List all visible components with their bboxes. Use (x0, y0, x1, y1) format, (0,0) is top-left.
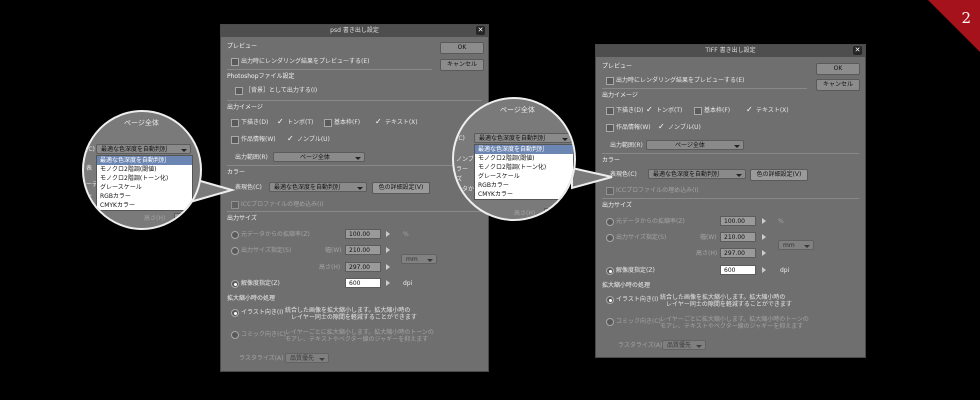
callout-pointer-right (571, 166, 613, 190)
dropdown-option[interactable]: RGBカラー (475, 181, 573, 190)
dropdown-option[interactable]: 最適な色深度を自動判別 (475, 145, 573, 154)
chevron-down-icon (181, 149, 187, 152)
select-value: 最適な色深度を自動判別 (479, 135, 546, 142)
fragment-label: 高さ(H) (514, 210, 536, 217)
dropdown-option[interactable]: RGBカラー (97, 192, 192, 201)
magnifier-tiff: ページ全体 (C) 最適な色深度を自動判別 ノンブ ラー ズ ータか サイ 最適… (452, 97, 576, 221)
fragment-label: ラー (456, 166, 469, 173)
fragment-label: 高さ(H) (144, 215, 166, 222)
expression-color-select-zoom[interactable]: 最適な色深度を自動判別 (96, 144, 191, 154)
magnifier-title: ページ全体 (500, 106, 535, 114)
select-value: 最適な色深度を自動判別 (101, 146, 168, 153)
fragment-value: 297 (174, 213, 200, 223)
fragment-label: ズ (456, 176, 463, 183)
color-dropdown-list: 最適な色深度を自動判別 モノクロ2階調(閾値) モノクロ2階調(トーン化) グレ… (96, 155, 193, 211)
dropdown-option[interactable]: モノクロ2階調(トーン化) (97, 174, 192, 183)
dropdown-option[interactable]: CMYKカラー (475, 190, 573, 199)
fragment-label: ータか (456, 186, 475, 193)
magnifier-psd: ページ全体 (C) 最適な色深度を自動判別 表 ーデ ズ イ 最適な色深度を自動… (82, 110, 202, 230)
fragment-label: (C) (456, 135, 465, 142)
fragment-label: ノンブ (456, 156, 474, 163)
dropdown-option[interactable]: 最適な色深度を自動判別 (97, 156, 192, 165)
fragment-label: イ (86, 207, 93, 214)
fragment-label: (C) (86, 146, 95, 153)
fragment-label: ズ (86, 195, 93, 202)
dropdown-option[interactable]: グレースケール (475, 172, 573, 181)
fragment-label: 表 (86, 165, 93, 172)
dropdown-option[interactable]: CMYKカラー (97, 201, 192, 210)
fragment-label: サイ (456, 198, 469, 205)
fragment-value: 297.0 (544, 208, 574, 218)
dropdown-option[interactable]: モノクロ2階調(閾値) (475, 154, 573, 163)
chevron-down-icon (562, 138, 568, 141)
dropdown-option[interactable]: グレースケール (97, 183, 192, 192)
expression-color-select-zoom[interactable]: 最適な色深度を自動判別 (474, 133, 572, 143)
dropdown-option[interactable]: モノクロ2階調(閾値) (97, 165, 192, 174)
dropdown-option[interactable]: モノクロ2階調(トーン化) (475, 163, 573, 172)
color-dropdown-list: 最適な色深度を自動判別 モノクロ2階調(閾値) モノクロ2階調(トーン化) グレ… (474, 144, 574, 200)
magnifier-title: ページ全体 (124, 119, 159, 127)
